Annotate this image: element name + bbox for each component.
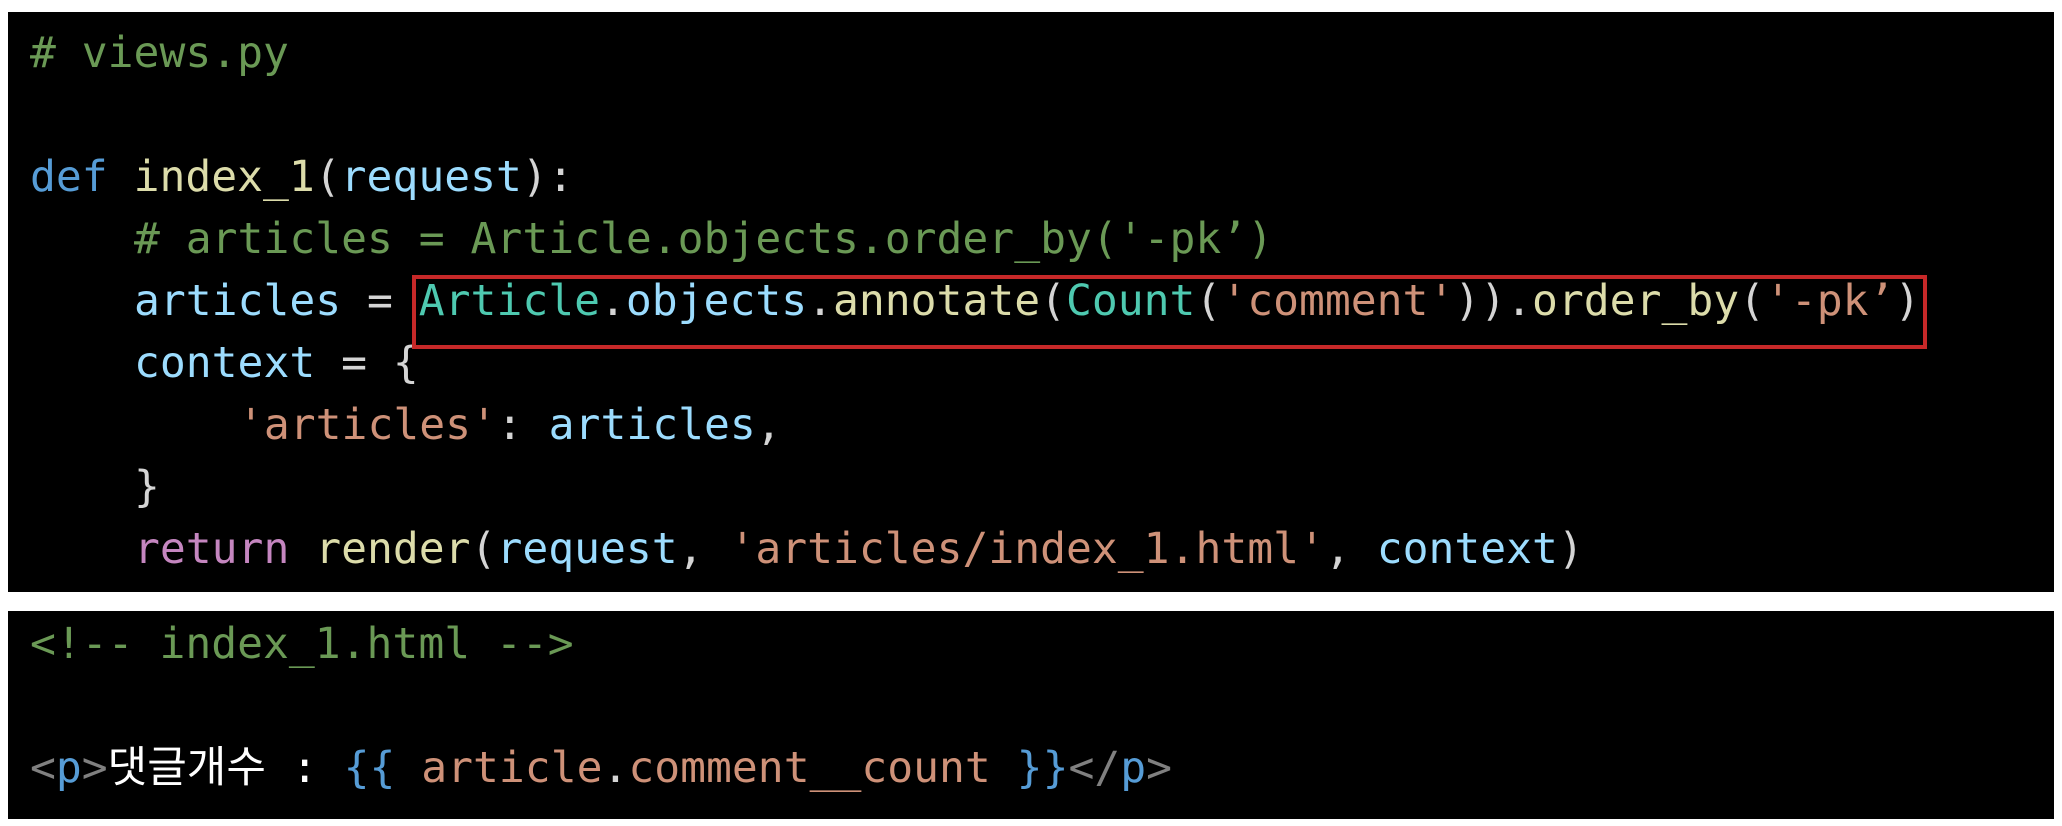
argument-token: context (1376, 524, 1558, 574)
punctuation-token: = { (315, 338, 419, 388)
code-line-filename-comment: # views.py (30, 22, 289, 84)
punctuation-token: . (602, 743, 629, 793)
operator-token: = (341, 276, 419, 326)
punctuation-token: ( (470, 524, 497, 574)
function-name-token: index_1 (133, 152, 315, 202)
variable-token: articles (134, 276, 342, 326)
tag-bracket-token: > (1146, 743, 1173, 793)
string-token: 'articles/index_1.html' (729, 524, 1325, 574)
punctuation-token: : (496, 400, 549, 450)
variable-token: articles (548, 400, 756, 450)
punctuation-token: ): (521, 152, 574, 202)
comment-token: <!-- index_1.html --> (30, 619, 574, 669)
punctuation-token: , (677, 524, 730, 574)
punctuation-token: ) (1557, 524, 1584, 574)
string-token: 'articles' (238, 400, 497, 450)
parameter-token: request (340, 152, 522, 202)
keyword-token: def (30, 152, 108, 202)
template-delimiter-token: {{ (343, 743, 422, 793)
keyword-token: return (134, 524, 290, 574)
code-line-context-entry: 'articles': articles, (30, 394, 782, 456)
views-code-panel: # views.py def index_1(request): # artic… (8, 12, 2054, 592)
code-line-commented-query: # articles = Article.objects.order_by('-… (30, 208, 1273, 270)
argument-token: request (496, 524, 678, 574)
punctuation-token: } (134, 462, 160, 512)
template-delimiter-token: }} (990, 743, 1069, 793)
text-token: 댓글개수 : (107, 743, 344, 793)
tag-bracket-token: > (81, 743, 108, 793)
variable-token: article (421, 743, 603, 793)
punctuation-token: , (755, 400, 782, 450)
code-line-def: def index_1(request): (30, 146, 574, 208)
template-code-panel: <!-- index_1.html --> <p>댓글개수 : {{ artic… (8, 611, 2054, 819)
punctuation-token: ( (314, 152, 341, 202)
variable-token: context (134, 338, 316, 388)
code-line-return: return render(request, 'articles/index_1… (30, 518, 1584, 580)
punctuation-token: , (1324, 524, 1377, 574)
highlight-box (412, 275, 1927, 349)
code-line-context-open: context = { (30, 332, 419, 394)
code-line-template-comment: <!-- index_1.html --> (30, 613, 574, 675)
attribute-token: comment__count (628, 743, 991, 793)
tag-name-token: p (55, 743, 82, 793)
code-line-context-close: } (30, 456, 160, 518)
comment-token: # articles = Article.objects.order_by('-… (134, 214, 1274, 264)
code-line-template-paragraph: <p>댓글개수 : {{ article.comment__count }}</… (30, 737, 1172, 799)
tag-name-token: p (1120, 743, 1147, 793)
function-name-token: render (315, 524, 471, 574)
tag-bracket-token: < (30, 743, 56, 793)
comment-token: # views.py (30, 28, 289, 78)
tag-bracket-token: </ (1068, 743, 1121, 793)
